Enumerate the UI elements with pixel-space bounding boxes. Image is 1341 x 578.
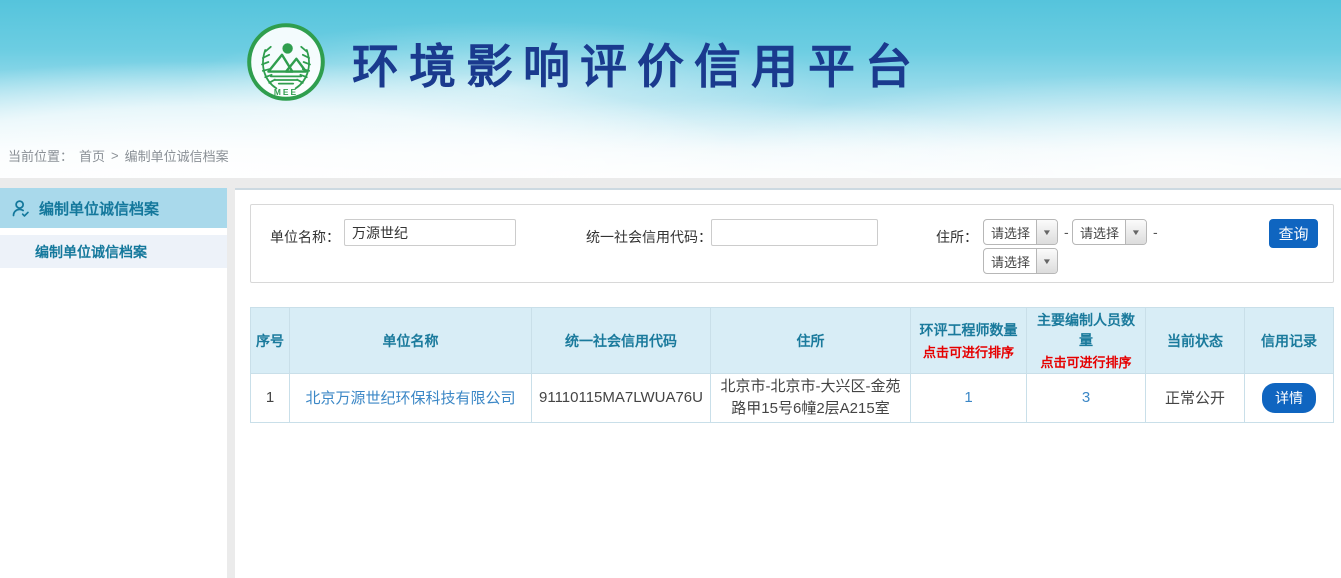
- mee-logo-icon: MEE: [246, 22, 326, 102]
- chevron-down-icon: ▼: [1125, 220, 1146, 244]
- address-dash-2: -: [1153, 224, 1158, 240]
- cell-index: 1: [251, 374, 290, 423]
- sort-hint[interactable]: 点击可进行排序: [915, 342, 1022, 361]
- content-area: 编制单位诚信档案 编制单位诚信档案 单位名称： 统一社会信用代码： 住所： 请选…: [0, 178, 1341, 578]
- cell-address: 北京市-北京市-大兴区-金苑路甲15号6幢2层A215室: [711, 374, 911, 423]
- header-staff-count-sort[interactable]: 主要编制人员数量 点击可进行排序: [1027, 308, 1146, 374]
- breadcrumb: 当前位置： 首页 > 编制单位诚信档案: [8, 146, 229, 165]
- header-engineer-count-sort[interactable]: 环评工程师数量 点击可进行排序: [911, 308, 1027, 374]
- unit-name-link[interactable]: 北京万源世纪环保科技有限公司: [305, 390, 515, 407]
- sidebar-group-archive[interactable]: 编制单位诚信档案: [0, 188, 227, 228]
- chevron-down-icon: ▼: [1036, 220, 1057, 244]
- chevron-down-icon: ▼: [1036, 249, 1057, 273]
- header-unit-name: 单位名称: [290, 308, 532, 374]
- city-select[interactable]: 请选择 ▼: [1072, 219, 1147, 245]
- sidebar: 编制单位诚信档案 编制单位诚信档案: [0, 188, 227, 578]
- query-button[interactable]: 查询: [1269, 219, 1318, 248]
- header-credit-record: 信用记录: [1245, 308, 1334, 374]
- sidebar-item-label: 编制单位诚信档案: [35, 242, 147, 262]
- breadcrumb-prefix: 当前位置：: [8, 146, 73, 165]
- svg-text:MEE: MEE: [274, 87, 298, 97]
- breadcrumb-current: 编制单位诚信档案: [125, 146, 229, 165]
- user-check-icon: [10, 198, 31, 219]
- sidebar-item-archive[interactable]: 编制单位诚信档案: [0, 235, 227, 268]
- credit-code-input[interactable]: [711, 219, 878, 246]
- results-table: 序号 单位名称 统一社会信用代码 住所 环评工程师数量 点击可进行排序 主要编制…: [250, 307, 1334, 423]
- main-panel: 单位名称： 统一社会信用代码： 住所： 请选择 ▼ - 请选择 ▼ - 请选择 …: [235, 188, 1341, 578]
- credit-code-label: 统一社会信用代码：: [586, 227, 712, 247]
- page: MEE 环境影响评价信用平台 当前位置： 首页 > 编制单位诚信档案 编制单位诚…: [0, 0, 1341, 578]
- header-index: 序号: [251, 308, 290, 374]
- site-title: 环境影响评价信用平台: [352, 28, 922, 97]
- unit-name-label: 单位名称：: [270, 227, 340, 247]
- breadcrumb-separator: >: [111, 148, 119, 163]
- address-dash-1: -: [1064, 224, 1069, 240]
- staff-count-link[interactable]: 3: [1082, 389, 1090, 406]
- table-row: 1 北京万源世纪环保科技有限公司 91110115MA7LWUA76U 北京市-…: [251, 374, 1334, 423]
- sort-hint[interactable]: 点击可进行排序: [1031, 352, 1141, 371]
- cell-credit-code: 91110115MA7LWUA76U: [532, 374, 711, 423]
- header-status: 当前状态: [1146, 308, 1245, 374]
- detail-button[interactable]: 详情: [1262, 383, 1316, 413]
- province-select[interactable]: 请选择 ▼: [983, 219, 1058, 245]
- search-panel: 单位名称： 统一社会信用代码： 住所： 请选择 ▼ - 请选择 ▼ - 请选择 …: [250, 204, 1334, 283]
- district-select[interactable]: 请选择 ▼: [983, 248, 1058, 274]
- brand: MEE 环境影响评价信用平台: [246, 22, 922, 102]
- engineer-count-link[interactable]: 1: [964, 389, 972, 406]
- header-credit-code: 统一社会信用代码: [532, 308, 711, 374]
- header-banner: MEE 环境影响评价信用平台 当前位置： 首页 > 编制单位诚信档案: [0, 0, 1341, 178]
- header-address: 住所: [711, 308, 911, 374]
- cell-status: 正常公开: [1146, 374, 1245, 423]
- address-label: 住所：: [936, 227, 978, 247]
- table-header-row: 序号 单位名称 统一社会信用代码 住所 环评工程师数量 点击可进行排序 主要编制…: [251, 308, 1334, 374]
- sidebar-group-label: 编制单位诚信档案: [39, 198, 159, 219]
- breadcrumb-home-link[interactable]: 首页: [79, 146, 105, 165]
- unit-name-input[interactable]: [344, 219, 516, 246]
